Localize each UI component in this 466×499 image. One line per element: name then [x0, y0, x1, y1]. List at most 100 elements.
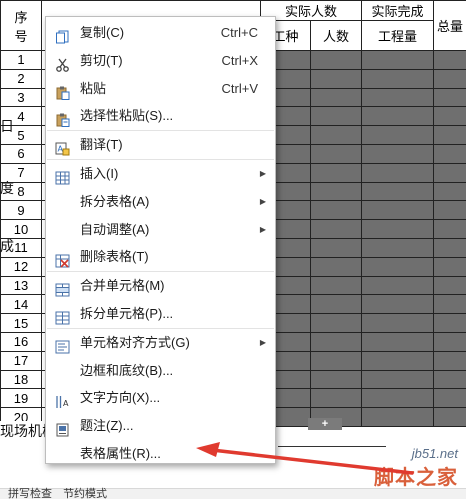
table-cell[interactable] [361, 350, 435, 371]
table-cell[interactable] [309, 87, 363, 108]
row-number-cell[interactable]: 1 [0, 50, 42, 70]
table-cell[interactable] [433, 237, 466, 258]
menu-item[interactable]: 插入(I) ▶ [46, 160, 275, 188]
table-cell[interactable] [361, 294, 435, 315]
table-cell[interactable] [361, 162, 435, 183]
table-cell[interactable] [433, 219, 466, 239]
row-number-cell[interactable]: 14 [0, 294, 42, 315]
caption-icon [55, 419, 70, 437]
menu-item[interactable]: A 翻译(T) [46, 131, 275, 159]
table-cell[interactable] [309, 350, 363, 371]
table-cell[interactable] [361, 181, 435, 202]
menu-item[interactable]: 题注(Z)... [46, 412, 275, 440]
menu-item[interactable]: 边框和底纹(B)... [46, 357, 275, 385]
table-cell[interactable] [361, 407, 435, 427]
table-cell[interactable] [309, 181, 363, 202]
table-cell[interactable] [361, 125, 435, 145]
row-number-cell[interactable]: 19 [0, 388, 42, 409]
table-cell[interactable] [309, 237, 363, 258]
add-row-button[interactable]: + [308, 418, 342, 430]
table-cell[interactable] [433, 162, 466, 183]
table-cell[interactable] [433, 68, 466, 89]
menu-item[interactable]: 粘贴 Ctrl+V [46, 75, 275, 103]
table-cell[interactable] [309, 162, 363, 183]
row-number-cell[interactable]: 12 [0, 256, 42, 277]
row-number-cell[interactable]: 6 [0, 143, 42, 164]
table-cell[interactable] [433, 275, 466, 296]
mode-status[interactable]: 节约模式 [63, 489, 107, 499]
table-cell[interactable] [309, 294, 363, 315]
table-cell[interactable] [309, 256, 363, 277]
table-cell[interactable] [433, 294, 466, 315]
table-cell[interactable] [309, 331, 363, 352]
table-cell[interactable] [361, 313, 435, 333]
row-number-cell[interactable]: 3 [0, 87, 42, 108]
table-cell[interactable] [433, 125, 466, 145]
table-cell[interactable] [433, 200, 466, 221]
table-cell[interactable] [433, 331, 466, 352]
table-cell[interactable] [361, 369, 435, 390]
table-cell[interactable] [433, 181, 466, 202]
menu-item[interactable]: 选择性粘贴(S)... [46, 102, 275, 130]
table-cell[interactable] [433, 407, 466, 427]
header-actual-done: 实际完成 [361, 0, 435, 21]
menu-item-shortcut: Ctrl+X [221, 52, 258, 68]
table-cell[interactable] [361, 50, 435, 70]
menu-item[interactable]: 剪切(T) Ctrl+X [46, 47, 275, 75]
table-cell[interactable] [361, 219, 435, 239]
table-cell[interactable] [433, 388, 466, 409]
table-cell[interactable] [309, 125, 363, 145]
table-cell[interactable] [309, 313, 363, 333]
table-cell[interactable] [361, 388, 435, 409]
table-cell[interactable] [309, 143, 363, 164]
table-cell[interactable] [361, 200, 435, 221]
table-cell[interactable] [309, 200, 363, 221]
header-people-count: 人数 [309, 20, 363, 51]
submenu-arrow-icon: ▶ [259, 337, 266, 347]
menu-item-label: 粘贴 [80, 80, 107, 96]
table-cell[interactable] [361, 68, 435, 89]
text-direction-icon: A [55, 391, 70, 409]
table-cell[interactable] [361, 87, 435, 108]
table-cell[interactable] [309, 369, 363, 390]
spell-check-status[interactable]: 拼写检查 [8, 489, 52, 499]
row-number-cell[interactable]: 18 [0, 369, 42, 390]
table-cell[interactable] [433, 87, 466, 108]
menu-item[interactable]: 拆分单元格(P)... [46, 300, 275, 328]
menu-item[interactable]: 自动调整(A) ▶ [46, 216, 275, 244]
menu-item[interactable]: 单元格对齐方式(G) ▶ [46, 329, 275, 357]
row-number-cell[interactable]: 13 [0, 275, 42, 296]
row-number-cell[interactable]: 17 [0, 350, 42, 371]
table-cell[interactable] [361, 331, 435, 352]
menu-item[interactable]: 合并单元格(M) [46, 272, 275, 300]
menu-item[interactable]: 拆分表格(A) ▶ [46, 188, 275, 216]
menu-item-label: 文字方向(X)... [80, 390, 161, 406]
table-cell[interactable] [309, 50, 363, 70]
menu-item[interactable]: 删除表格(T) [46, 243, 275, 271]
table-cell[interactable] [309, 68, 363, 89]
table-cell[interactable] [361, 256, 435, 277]
table-cell[interactable] [433, 106, 466, 127]
side-char: 日 [0, 118, 14, 134]
table-cell[interactable] [433, 50, 466, 70]
table-cell[interactable] [433, 256, 466, 277]
table-cell[interactable] [309, 219, 363, 239]
menu-item[interactable]: A 文字方向(X)... [46, 384, 275, 412]
row-number-cell[interactable]: 15 [0, 313, 42, 333]
table-cell[interactable] [433, 313, 466, 333]
table-cell[interactable] [433, 350, 466, 371]
row-number-cell[interactable]: 16 [0, 331, 42, 352]
row-number-cell[interactable]: 9 [0, 200, 42, 221]
table-cell[interactable] [309, 106, 363, 127]
table-cell[interactable] [361, 143, 435, 164]
menu-item[interactable]: 复制(C) Ctrl+C [46, 19, 275, 47]
table-cell[interactable] [433, 369, 466, 390]
table-cell[interactable] [309, 388, 363, 409]
table-cell[interactable] [309, 275, 363, 296]
table-cell[interactable] [361, 237, 435, 258]
row-number-cell[interactable]: 2 [0, 68, 42, 89]
split-cells-icon [55, 307, 70, 325]
table-cell[interactable] [361, 275, 435, 296]
table-cell[interactable] [433, 143, 466, 164]
table-cell[interactable] [361, 106, 435, 127]
